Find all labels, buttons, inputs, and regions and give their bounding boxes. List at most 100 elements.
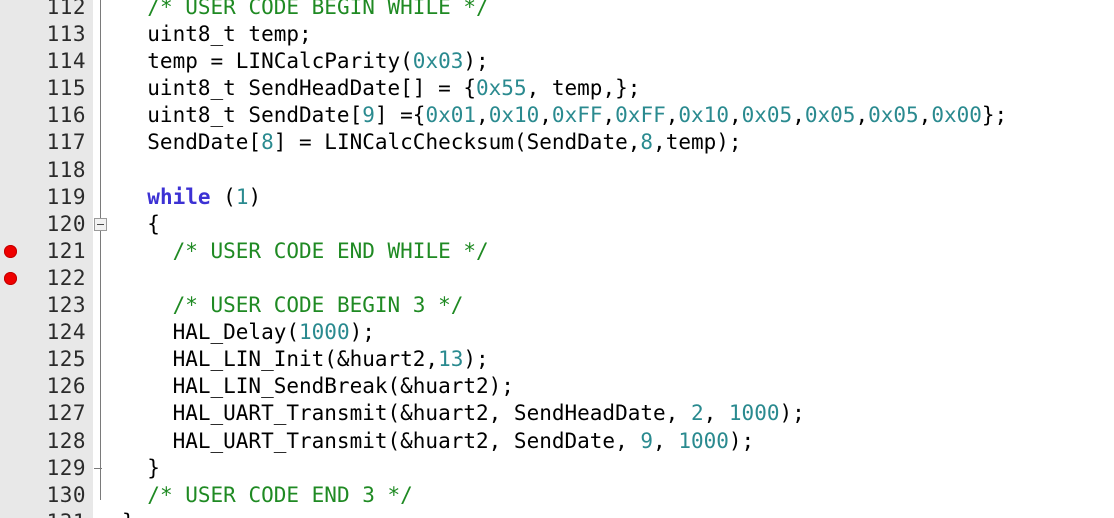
code-token-pln: , xyxy=(602,103,616,128)
code-token-num: 0x55 xyxy=(476,76,527,101)
code-token-pln: , xyxy=(539,103,552,128)
code-line[interactable]: 128 HAL_UART_Transmit(&huart2, SendDate,… xyxy=(0,428,1114,455)
code-line[interactable]: 117 SendDate[8] = LINCalcChecksum(SendDa… xyxy=(0,129,1114,156)
line-number: 114 xyxy=(46,49,86,74)
code-token-pln: SendDate[ xyxy=(122,130,262,155)
code-line[interactable]: 120 { xyxy=(0,211,1114,238)
code-token-pln: uint8_t temp; xyxy=(122,22,312,47)
code-line[interactable]: 131} xyxy=(0,509,1114,518)
code-line-text[interactable]: HAL_LIN_Init(&huart2,13); xyxy=(122,346,489,373)
code-line-text[interactable]: temp = LINCalcParity(0x03); xyxy=(122,48,488,75)
line-number: 127 xyxy=(46,401,86,426)
code-line-text[interactable]: /* USER CODE END WHILE */ xyxy=(122,238,489,265)
code-line-text[interactable]: { xyxy=(122,211,160,238)
code-line-text[interactable]: /* USER CODE END 3 */ xyxy=(122,482,413,509)
line-number: 116 xyxy=(46,103,86,128)
code-line[interactable]: 119 while (1) xyxy=(0,184,1114,211)
code-token-pln: , xyxy=(476,103,489,128)
fold-end-icon xyxy=(94,468,102,470)
code-line-text[interactable]: uint8_t temp; xyxy=(122,21,312,48)
line-number: 122 xyxy=(46,265,86,290)
code-token-pln: , xyxy=(918,103,932,128)
code-token-pln: }; xyxy=(981,103,1008,128)
code-line[interactable]: 118 xyxy=(0,157,1114,184)
code-token-num: 0x10 xyxy=(488,103,540,128)
line-number: 126 xyxy=(46,374,86,399)
code-line[interactable]: 125 HAL_LIN_Init(&huart2,13); xyxy=(0,346,1114,373)
code-token-pln: HAL_LIN_Init(&huart2, xyxy=(122,347,439,372)
code-token-pln xyxy=(122,185,147,209)
code-line[interactable]: 124 HAL_Delay(1000); xyxy=(0,319,1114,346)
code-lines-container: 112 /* USER CODE BEGIN WHILE */113 uint8… xyxy=(0,0,1114,518)
code-line[interactable]: 113 uint8_t temp; xyxy=(0,21,1114,48)
code-token-num: 0x03 xyxy=(412,49,464,74)
code-line-text[interactable]: HAL_UART_Transmit(&huart2, SendDate, 9, … xyxy=(122,428,755,455)
code-token-num: 0x05 xyxy=(868,103,919,128)
code-line[interactable]: 121 /* USER CODE END WHILE */ xyxy=(0,238,1114,265)
code-token-pln: ); xyxy=(779,401,805,426)
code-token-num: 0x05 xyxy=(804,103,856,128)
line-number: 130 xyxy=(46,482,86,507)
code-token-pln xyxy=(122,483,147,507)
code-token-pln: temp = LINCalcParity( xyxy=(122,49,413,74)
code-line-text[interactable]: while (1) xyxy=(122,184,261,211)
code-line-text[interactable]: } xyxy=(122,455,160,482)
code-token-pln: , xyxy=(665,103,679,128)
code-token-num: 0xFF xyxy=(551,103,603,128)
code-token-pln: ( xyxy=(210,184,236,209)
code-token-kw: while xyxy=(147,184,211,209)
code-line[interactable]: 122 xyxy=(0,265,1114,292)
code-line[interactable]: 115 uint8_t SendHeadDate[] = {0x55, temp… xyxy=(0,75,1114,102)
code-line-text[interactable]: /* USER CODE BEGIN 3 */ xyxy=(122,292,464,319)
code-token-num: 8 xyxy=(261,130,274,155)
code-token-cmt: /* USER CODE BEGIN 3 */ xyxy=(172,293,464,318)
line-number: 125 xyxy=(46,347,86,372)
code-line-text[interactable]: /* USER CODE BEGIN WHILE */ xyxy=(122,0,488,21)
code-token-pln: ); xyxy=(349,320,375,345)
code-token-num: 0x10 xyxy=(678,103,729,128)
code-line-text[interactable]: uint8_t SendDate[9] ={0x01,0x10,0xFF,0xF… xyxy=(122,102,1007,129)
code-token-pln: uint8_t SendHeadDate[] = { xyxy=(122,76,477,101)
line-number: 131 xyxy=(0,509,86,518)
line-number: 120 xyxy=(46,211,86,236)
code-token-num: 9 xyxy=(362,103,375,128)
line-number: 124 xyxy=(46,320,86,345)
code-token-pln: ); xyxy=(463,347,489,372)
code-line[interactable]: 123 /* USER CODE BEGIN 3 */ xyxy=(0,292,1114,319)
code-token-num: 8 xyxy=(640,130,654,155)
code-token-pln: HAL_UART_Transmit(&huart2, SendHeadDate, xyxy=(122,401,691,426)
code-token-pln: , xyxy=(792,103,805,128)
code-line-text[interactable]: HAL_Delay(1000); xyxy=(122,319,375,346)
code-line[interactable]: 126 HAL_LIN_SendBreak(&huart2); xyxy=(0,373,1114,400)
code-token-num: 1 xyxy=(235,184,249,209)
code-token-pln: , xyxy=(703,401,729,426)
fold-collapse-icon[interactable] xyxy=(94,218,107,232)
code-line-text[interactable]: HAL_LIN_SendBreak(&huart2); xyxy=(122,373,514,400)
line-number: 123 xyxy=(46,293,86,318)
code-token-pln: , temp,}; xyxy=(526,76,641,101)
code-token-pln: } xyxy=(122,455,160,480)
code-token-pln: , xyxy=(728,103,742,128)
code-line[interactable]: 112 /* USER CODE BEGIN WHILE */ xyxy=(0,0,1114,21)
code-line-text[interactable]: SendDate[8] = LINCalcChecksum(SendDate,8… xyxy=(122,129,741,156)
code-line[interactable]: 114 temp = LINCalcParity(0x03); xyxy=(0,48,1114,75)
code-line[interactable]: 127 HAL_UART_Transmit(&huart2, SendHeadD… xyxy=(0,400,1114,427)
code-line[interactable]: 129 } xyxy=(0,455,1114,482)
code-token-num: 0xFF xyxy=(615,103,666,128)
code-token-pln: uint8_t SendDate[ xyxy=(122,103,363,128)
code-editor-viewport[interactable]: 112 /* USER CODE BEGIN WHILE */113 uint8… xyxy=(0,0,1114,518)
line-number: 128 xyxy=(46,428,86,453)
code-token-pln: ) xyxy=(248,184,262,209)
code-token-pln: ] ={ xyxy=(374,103,426,128)
code-token-pln: { xyxy=(122,211,160,236)
code-token-pln: HAL_LIN_SendBreak(&huart2); xyxy=(122,374,514,399)
code-line[interactable]: 116 uint8_t SendDate[9] ={0x01,0x10,0xFF… xyxy=(0,102,1114,129)
code-token-num: 1000 xyxy=(299,320,350,345)
code-line-text[interactable]: HAL_UART_Transmit(&huart2, SendHeadDate,… xyxy=(122,400,805,427)
code-line-text[interactable]: } xyxy=(122,509,135,518)
code-line[interactable]: 130 /* USER CODE END 3 */ xyxy=(0,482,1114,509)
line-number: 113 xyxy=(46,22,86,47)
code-line-text[interactable]: uint8_t SendHeadDate[] = {0x55, temp,}; xyxy=(122,75,640,102)
code-token-pln: HAL_Delay( xyxy=(122,320,300,345)
code-token-num: 0x01 xyxy=(425,103,477,128)
